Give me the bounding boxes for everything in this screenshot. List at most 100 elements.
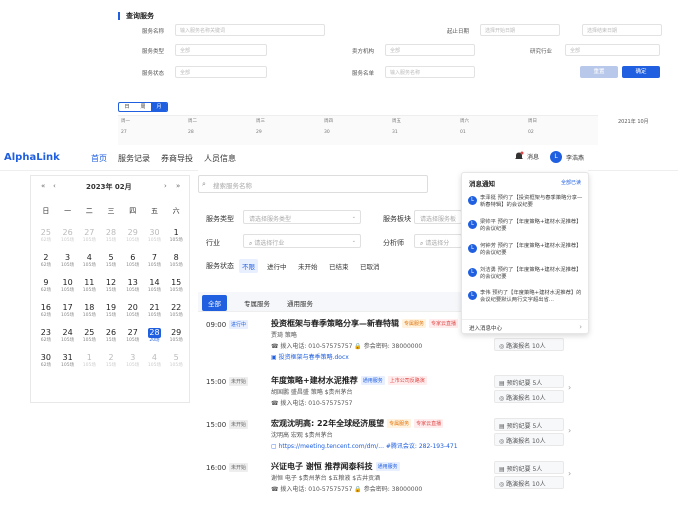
- service-type-select[interactable]: 请选择服务类型 ⌄: [243, 210, 361, 224]
- calendar-day[interactable]: 11 105场: [78, 278, 100, 303]
- tab-week[interactable]: 周: [135, 103, 151, 111]
- bg-list-field[interactable]: 输入服务名称: [385, 66, 475, 78]
- calendar-day[interactable]: 27 105场: [78, 228, 100, 253]
- industry-select[interactable]: ⌕ 请选择行业 ⌄: [243, 234, 361, 248]
- calendar-day[interactable]: 26 105场: [57, 228, 79, 253]
- calendar-day[interactable]: 3 105场: [122, 353, 144, 378]
- next-year-button[interactable]: »: [176, 182, 180, 190]
- calendar-day[interactable]: 27 105场: [122, 328, 144, 353]
- event-item[interactable]: 15:00 未开始 年度策略+建材水泥推荐 通用服务 上市公司反路演 胡国鹏 盛昌盛 策略…: [198, 375, 588, 419]
- event-detail-line[interactable]: ▢ https://meeting.tencent.com/dm/... #腾讯…: [271, 441, 458, 450]
- calendar-day[interactable]: 28 20场: [144, 328, 166, 353]
- user-menu[interactable]: L 李浩燕: [550, 151, 584, 163]
- bg-service-name-field[interactable]: 输入服务名称关键词: [175, 24, 325, 36]
- next-month-button[interactable]: ›: [164, 182, 167, 190]
- notification-item[interactable]: L 李伟 预约了【年度策略+建材水泥推荐】的会议纪要默认两行文字超出省...: [468, 290, 584, 310]
- status-chip-ongoing[interactable]: 进行中: [264, 259, 290, 273]
- bg-industry[interactable]: 全部: [565, 44, 660, 56]
- bg-status[interactable]: 全部: [175, 66, 267, 78]
- calendar-day[interactable]: 30 105场: [144, 228, 166, 253]
- message-center-link[interactable]: 进入消息中心 ›: [462, 319, 590, 335]
- calendar-day[interactable]: 2 62场: [35, 253, 57, 278]
- calendar-day[interactable]: 31 105场: [57, 353, 79, 378]
- calendar-day[interactable]: 5 15场: [100, 253, 122, 278]
- calendar-day[interactable]: 12 15场: [100, 278, 122, 303]
- status-chip-cancelled[interactable]: 已取消: [357, 259, 383, 273]
- calendar-day[interactable]: 30 62场: [35, 353, 57, 378]
- confirm-button[interactable]: 确定: [622, 66, 660, 78]
- calendar-day[interactable]: 10 105场: [57, 278, 79, 303]
- service-block-select[interactable]: 请选择服务板: [414, 210, 462, 224]
- chevron-right-icon[interactable]: ›: [568, 426, 571, 435]
- calendar-day[interactable]: 18 105场: [78, 303, 100, 328]
- tab-general[interactable]: 通用服务: [281, 295, 319, 311]
- summary-reservation-button[interactable]: ▤ 预约纪要 5人: [494, 375, 564, 388]
- bg-end-date[interactable]: 选择结束日期: [582, 24, 662, 36]
- event-item[interactable]: 15:00 未开始 宏观沈明高: 22年全球经济展望 专属服务 专家云直播 沈明高 宏观 …: [198, 418, 588, 462]
- calendar-day[interactable]: 28 15场: [100, 228, 122, 253]
- event-title[interactable]: 年度策略+建材水泥推荐 通用服务 上市公司反路演: [271, 375, 427, 386]
- calendar-day[interactable]: 24 105场: [57, 328, 79, 353]
- reset-button[interactable]: 重置: [580, 66, 618, 78]
- calendar-day[interactable]: 2 15场: [100, 353, 122, 378]
- calendar-day[interactable]: 26 15场: [100, 328, 122, 353]
- calendar-day[interactable]: 1 105场: [165, 228, 187, 253]
- roadshow-signup-button[interactable]: ◎ 路演报名 10人: [494, 390, 564, 403]
- tab-month[interactable]: 月: [151, 103, 167, 111]
- calendar-day[interactable]: 19 15场: [100, 303, 122, 328]
- notification-item[interactable]: L 刘洁勇 预约了【年度策略+建材水泥推荐】的会议纪要: [468, 267, 584, 287]
- tab-all[interactable]: 全部: [202, 295, 227, 311]
- prev-year-button[interactable]: «: [41, 182, 45, 190]
- event-title[interactable]: 投资框架与春季策略分享—新春特辑 专属服务 专家云直播: [271, 318, 459, 329]
- calendar-day[interactable]: 4 105场: [144, 353, 166, 378]
- summary-reservation-button[interactable]: ▤ 预约纪要 5人: [494, 461, 564, 474]
- calendar-day[interactable]: 17 105场: [57, 303, 79, 328]
- messages-button[interactable]: 消息: [514, 151, 539, 161]
- chevron-right-icon[interactable]: ›: [568, 383, 571, 392]
- calendar-day[interactable]: 16 62场: [35, 303, 57, 328]
- prev-month-button[interactable]: ‹: [53, 182, 56, 190]
- event-title[interactable]: 宏观沈明高: 22年全球经济展望 专属服务 专家云直播: [271, 418, 444, 429]
- calendar-day[interactable]: 1 105场: [78, 353, 100, 378]
- calendar-day[interactable]: 3 105场: [57, 253, 79, 278]
- nav-home[interactable]: 首页: [91, 153, 107, 164]
- tab-day[interactable]: 日: [119, 103, 135, 111]
- mark-all-read-link[interactable]: 全部已读: [561, 179, 581, 186]
- calendar-day[interactable]: 25 105场: [78, 328, 100, 353]
- calendar-day[interactable]: 9 62场: [35, 278, 57, 303]
- calendar-day[interactable]: 6 105场: [122, 253, 144, 278]
- nav-broker-guide[interactable]: 券商导投: [161, 153, 193, 164]
- calendar-day[interactable]: 23 62场: [35, 328, 57, 353]
- calendar-day[interactable]: 22 105场: [165, 303, 187, 328]
- event-item[interactable]: 16:00 未开始 兴证电子 谢恒 推荐闻泰科技 通用服务 谢恒 电子 $贵州茅台 $五…: [198, 461, 588, 505]
- calendar-day[interactable]: 29 105场: [122, 228, 144, 253]
- summary-reservation-button[interactable]: ▤ 预约纪要 5人: [494, 418, 564, 431]
- calendar-day[interactable]: 14 105场: [144, 278, 166, 303]
- event-detail-line[interactable]: ▣ 投资框架与春季策略.docx: [271, 352, 349, 361]
- analyst-select[interactable]: ⌕ 请选择分: [414, 234, 462, 248]
- status-chip-all[interactable]: 不限: [239, 259, 258, 273]
- status-chip-upcoming[interactable]: 未开始: [295, 259, 321, 273]
- bg-service-type[interactable]: 全部: [175, 44, 267, 56]
- search-input[interactable]: ⌕ 搜索服务名称: [198, 175, 428, 193]
- calendar-day[interactable]: 25 62场: [35, 228, 57, 253]
- event-title[interactable]: 兴证电子 谢恒 推荐闻泰科技 通用服务: [271, 461, 400, 472]
- roadshow-signup-button[interactable]: ◎ 路演报名 10人: [494, 476, 564, 489]
- calendar-day[interactable]: 7 105场: [144, 253, 166, 278]
- calendar-day[interactable]: 21 105场: [144, 303, 166, 328]
- nav-personnel[interactable]: 人员信息: [204, 153, 236, 164]
- bg-seller[interactable]: 全部: [385, 44, 475, 56]
- tab-exclusive[interactable]: 专属服务: [238, 295, 276, 311]
- notification-item[interactable]: L 何钟芳 预约了【年度策略+建材水泥推荐】的会议纪要: [468, 243, 584, 263]
- bg-start-date[interactable]: 选择开始日期: [480, 24, 560, 36]
- calendar-day[interactable]: 20 105场: [122, 303, 144, 328]
- logo[interactable]: AlphaLink: [4, 152, 60, 163]
- status-chip-ended[interactable]: 已结束: [326, 259, 352, 273]
- calendar-day[interactable]: 8 105场: [165, 253, 187, 278]
- roadshow-signup-button[interactable]: ◎ 路演报名 10人: [494, 433, 564, 446]
- calendar-day[interactable]: 29 105场: [165, 328, 187, 353]
- roadshow-signup-button[interactable]: ◎ 路演报名 10人: [494, 338, 564, 351]
- calendar-day[interactable]: 5 105场: [165, 353, 187, 378]
- chevron-right-icon[interactable]: ›: [568, 469, 571, 478]
- notification-item[interactable]: L 李泽挺 预约了【投资框架与春季策略分享—新春特辑】的会议纪要: [468, 195, 584, 215]
